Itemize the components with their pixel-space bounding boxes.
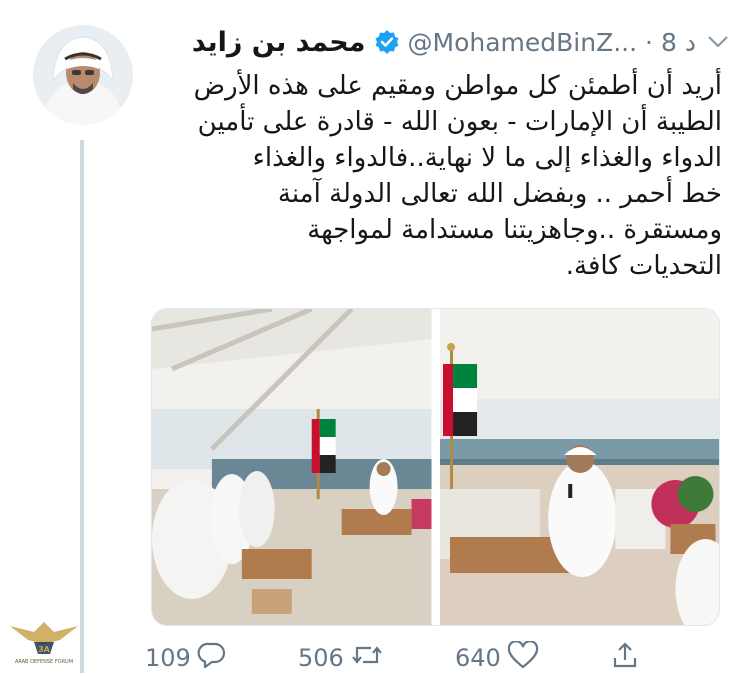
action-bar: 109 506 640 [145,640,640,676]
reply-count: 109 [145,644,191,672]
share-action[interactable] [610,640,640,676]
tweet-text: أريد أن أطمئن كل مواطن ومقيم على هذه الأ… [150,68,722,284]
svg-text:ARAB DEFENSE FORUM: ARAB DEFENSE FORUM [15,659,73,665]
like-action[interactable]: 640 [455,640,539,675]
retweet-action[interactable]: 506 [298,641,384,675]
tweet-media[interactable] [151,308,720,626]
reply-icon[interactable] [197,641,227,675]
retweet-icon[interactable] [350,641,384,675]
tweet-line: الدواء والغذاء إلى ما لا نهاية..فالدواء … [252,143,722,173]
user-handle[interactable]: @MohamedBinZ... [408,28,638,57]
tweet-line: أريد أن أطمئن كل مواطن ومقيم على هذه الأ… [193,71,722,101]
tweet-time[interactable]: 8 د [661,28,696,57]
retweet-count: 506 [298,644,344,672]
share-icon[interactable] [610,640,640,676]
media-photo-speaker[interactable] [439,309,719,625]
separator-dot: · [645,27,653,57]
svg-text:3A: 3A [38,645,51,654]
display-name[interactable]: محمد بن زايد [192,27,366,58]
chevron-down-icon[interactable] [704,28,732,56]
tweet-line: التحديات كافة. [565,251,722,281]
tweet-line: خط أحمر .. وبفضل الله تعالى الدولة آمنة [277,179,722,209]
tweet-line: الطيبة أن الإمارات - بعون الله - قادرة ع… [197,107,722,137]
thread-line [80,140,84,673]
avatar[interactable] [33,25,133,125]
like-count: 640 [455,644,501,672]
media-photo-meeting-wide[interactable] [152,309,432,625]
tweet-header: 8 د · @MohamedBinZ... محمد بن زايد [150,22,732,62]
reply-action[interactable]: 109 [145,641,227,675]
forum-watermark-logo: 3A ARAB DEFENSE FORUM [4,618,84,670]
like-icon[interactable] [507,640,539,675]
tweet-line: ومستقرة ..وجاهزيتنا مستدامة لمواجهة [307,215,722,245]
verified-badge-icon [374,29,400,55]
